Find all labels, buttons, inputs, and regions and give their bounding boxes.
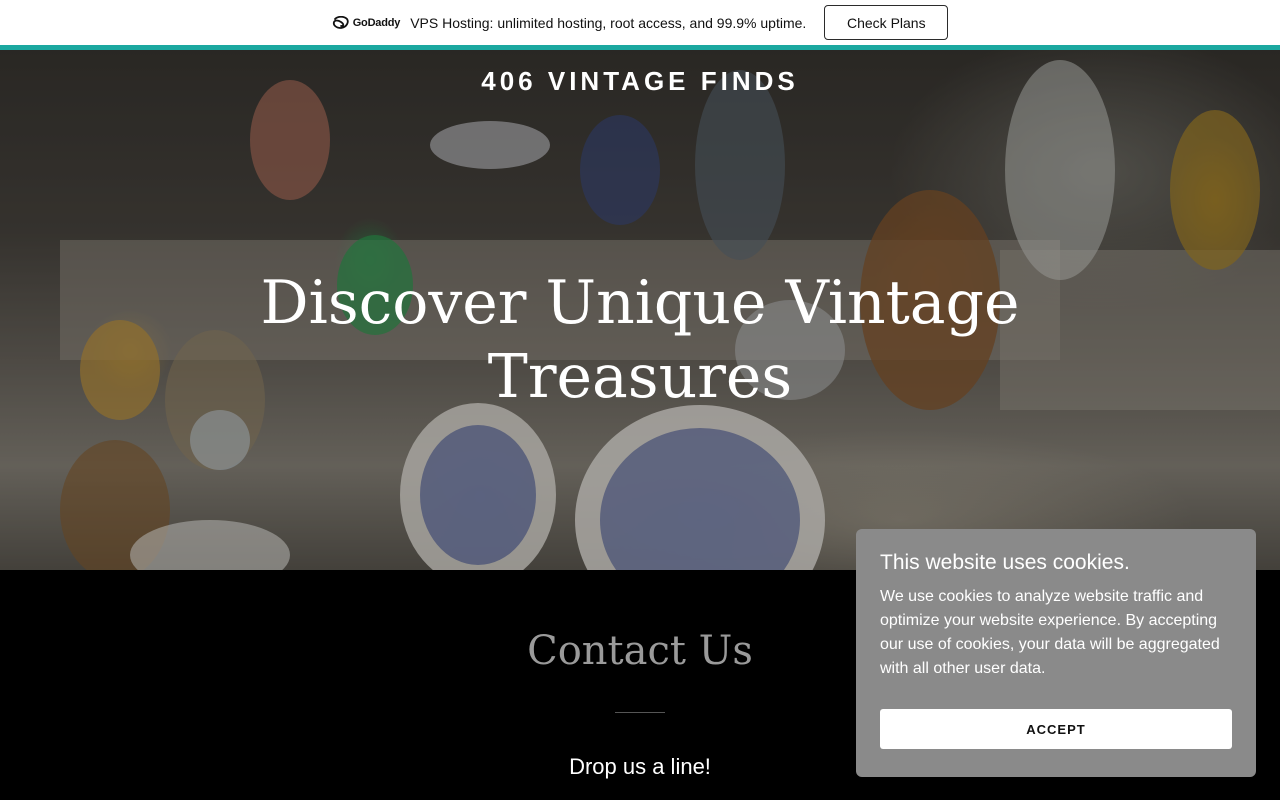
hero-title: Discover Unique Vintage Treasures	[260, 268, 1020, 412]
cookie-title: This website uses cookies.	[880, 551, 1130, 574]
godaddy-logo: GoDaddy	[332, 15, 401, 30]
godaddy-icon	[332, 15, 349, 29]
cookie-body: We use cookies to analyze website traffi…	[880, 588, 1220, 677]
section-divider	[615, 712, 665, 713]
promo-content: GoDaddy VPS Hosting: unlimited hosting, …	[332, 5, 949, 40]
accept-cookies-button[interactable]: ACCEPT	[880, 709, 1232, 749]
site-brand[interactable]: 406 VINTAGE FINDS	[0, 66, 1280, 97]
promo-bar: GoDaddy VPS Hosting: unlimited hosting, …	[0, 0, 1280, 45]
check-plans-button[interactable]: Check Plans	[824, 5, 949, 40]
godaddy-logo-text: GoDaddy	[352, 16, 401, 29]
hero-section: 406 VINTAGE FINDS Discover Unique Vintag…	[0, 50, 1280, 570]
promo-message: VPS Hosting: unlimited hosting, root acc…	[410, 14, 807, 31]
cookie-banner: This website uses cookies. We use cookie…	[856, 529, 1256, 777]
